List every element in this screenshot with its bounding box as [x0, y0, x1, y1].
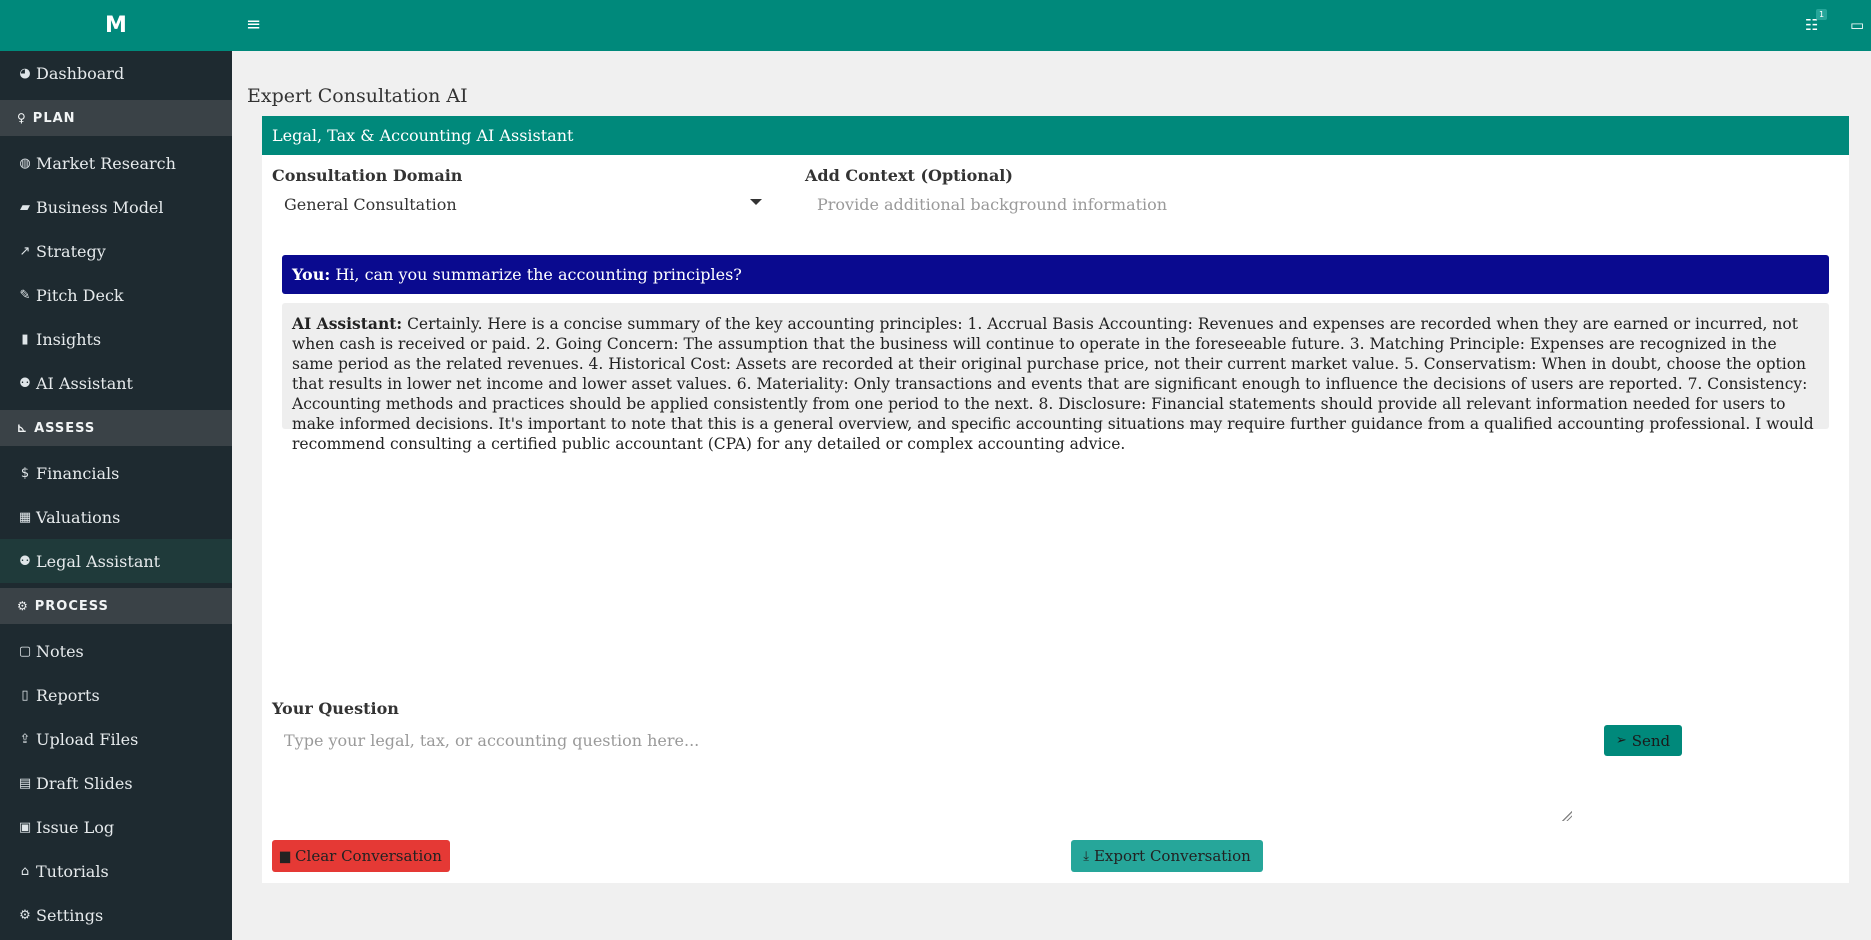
caret-down-icon	[750, 199, 762, 205]
institution-icon: ⌂	[20, 863, 30, 879]
section-label: PROCESS	[34, 598, 109, 614]
trash-icon: ▆	[280, 848, 291, 864]
question-label: Your Question	[272, 699, 399, 718]
cogs-icon: ⚙	[17, 599, 29, 613]
clipboard-icon: ▣	[18, 819, 32, 835]
bar-chart-icon: ▮	[21, 331, 29, 347]
gear-icon: ⚙	[19, 907, 31, 923]
clear-label: Clear Conversation	[295, 847, 442, 865]
card-header: Legal, Tax & Accounting AI Assistant	[262, 116, 1849, 155]
briefcase-icon: ▰	[20, 199, 30, 215]
brand-logo[interactable]: M	[0, 0, 232, 51]
note-icon: ▢	[18, 643, 32, 659]
domain-label: Consultation Domain	[272, 166, 463, 185]
globe-icon: ◍	[19, 155, 31, 171]
sidebar-item-insights[interactable]: ▮ Insights	[0, 317, 232, 361]
sidebar-item-label: Issue Log	[36, 817, 115, 837]
sidebar-item-label: AI Assistant	[36, 373, 133, 393]
sidebar-item-label: Legal Assistant	[36, 551, 161, 571]
sidebar-item-legal-assistant[interactable]: ⚉ Legal Assistant	[0, 539, 232, 583]
sidebar-item-ai-assistant[interactable]: ⚉ AI Assistant	[0, 361, 232, 405]
sidebar-item-draft-slides[interactable]: ▤ Draft Slides	[0, 761, 232, 805]
robot-icon: ⚉	[19, 553, 31, 569]
sidebar-item-label: Business Model	[36, 197, 164, 217]
sidebar-item-financials[interactable]: $ Financials	[0, 451, 232, 495]
question-textarea[interactable]: Type your legal, tax, or accounting ques…	[272, 721, 1587, 821]
sidebar-item-label: Insights	[36, 329, 102, 349]
sidebar-item-label: Valuations	[36, 507, 121, 527]
sidebar-item-label: Settings	[36, 905, 104, 925]
ai-message-text: Certainly. Here is a concise summary of …	[292, 315, 1814, 453]
tasks-badge: 1	[1816, 9, 1828, 20]
file-icon: ▯	[21, 687, 29, 703]
ai-message: AI Assistant: Certainly. Here is a conci…	[282, 303, 1829, 453]
credit-card-icon[interactable]: ▭	[1850, 16, 1864, 34]
sidebar-item-business-model[interactable]: ▰ Business Model	[0, 185, 232, 229]
send-label: Send	[1631, 731, 1671, 750]
lightbulb-icon: ♀	[17, 111, 27, 125]
sidebar-item-label: Upload Files	[36, 729, 139, 749]
user-message-text: Hi, can you summarize the accounting pri…	[335, 265, 742, 284]
robot-icon: ⚉	[19, 375, 31, 391]
export-label: Export Conversation	[1093, 847, 1251, 865]
sidebar: M ◕ Dashboard ♀ PLAN ◍ Market Research ▰…	[0, 0, 232, 940]
sidebar-item-strategy[interactable]: ↗ Strategy	[0, 229, 232, 273]
ai-prefix: AI Assistant:	[292, 314, 403, 333]
calculator-icon: ▦	[18, 509, 32, 525]
export-conversation-button[interactable]: ⤓ Export Conversation	[1071, 840, 1263, 872]
hamburger-menu-icon[interactable]: ≡	[246, 14, 261, 35]
sidebar-item-issue-log[interactable]: ▣ Issue Log	[0, 805, 232, 849]
domain-select-value: General Consultation	[284, 194, 457, 214]
slides-icon: ▤	[18, 775, 32, 791]
resize-grip-icon[interactable]	[1562, 811, 1572, 821]
section-plan: ♀ PLAN	[0, 100, 232, 136]
sidebar-item-label: Draft Slides	[36, 773, 133, 793]
top-bar: ≡	[232, 0, 1871, 51]
sidebar-item-label: Reports	[36, 685, 100, 705]
sidebar-item-label: Financials	[36, 463, 120, 483]
section-assess: ⊾ ASSESS	[0, 410, 232, 446]
area-chart-icon: ⊾	[17, 421, 29, 435]
download-icon: ⤓	[1083, 848, 1089, 864]
sidebar-item-market-research[interactable]: ◍ Market Research	[0, 141, 232, 185]
sidebar-item-dashboard[interactable]: ◕ Dashboard	[0, 51, 232, 95]
clear-conversation-button[interactable]: ▆ Clear Conversation	[272, 840, 450, 872]
section-label: ASSESS	[34, 420, 96, 436]
dashboard-icon: ◕	[19, 65, 31, 81]
logo-text: M	[105, 13, 127, 38]
dollar-icon: $	[20, 465, 30, 481]
context-input[interactable]: Provide additional background informatio…	[805, 188, 1835, 220]
domain-select[interactable]: General Consultation	[272, 188, 772, 220]
sidebar-item-label: Strategy	[36, 241, 106, 261]
context-label: Add Context (Optional)	[805, 166, 1013, 185]
sidebar-item-label: Market Research	[36, 153, 176, 173]
section-process: ⚙ PROCESS	[0, 588, 232, 624]
line-chart-icon: ↗	[19, 243, 31, 259]
sidebar-item-settings[interactable]: ⚙ Settings	[0, 893, 232, 937]
sidebar-item-upload-files[interactable]: ⇪ Upload Files	[0, 717, 232, 761]
sidebar-item-label: Tutorials	[36, 861, 109, 881]
send-button[interactable]: ➢ Send	[1604, 725, 1682, 756]
paper-plane-icon: ➢	[1615, 733, 1627, 748]
consultation-card: Legal, Tax & Accounting AI Assistant Con…	[262, 116, 1849, 883]
sidebar-item-label: Dashboard	[36, 63, 125, 83]
page-title: Expert Consultation AI	[247, 85, 468, 107]
user-message: You: Hi, can you summarize the accountin…	[282, 255, 1829, 294]
sidebar-item-tutorials[interactable]: ⌂ Tutorials	[0, 849, 232, 893]
sidebar-item-label: Notes	[36, 641, 84, 661]
sidebar-item-reports[interactable]: ▯ Reports	[0, 673, 232, 717]
sidebar-item-label: Pitch Deck	[36, 285, 124, 305]
pencil-icon: ✎	[19, 287, 31, 303]
section-label: PLAN	[32, 110, 76, 126]
sidebar-item-valuations[interactable]: ▦ Valuations	[0, 495, 232, 539]
upload-icon: ⇪	[19, 731, 31, 747]
user-prefix: You:	[292, 265, 331, 284]
sidebar-item-pitch-deck[interactable]: ✎ Pitch Deck	[0, 273, 232, 317]
sidebar-item-notes[interactable]: ▢ Notes	[0, 629, 232, 673]
